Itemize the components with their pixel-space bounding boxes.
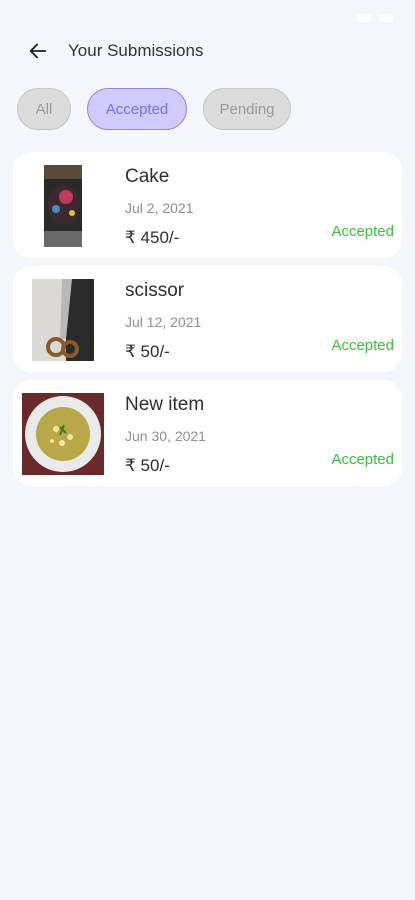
item-name: scissor: [125, 280, 185, 301]
filter-chips: All Accepted Pending: [0, 88, 415, 130]
item-name: New item: [125, 394, 205, 415]
item-price: ₹ 450/-: [125, 228, 180, 247]
status-badge: Accepted: [331, 451, 394, 468]
status-badge: Accepted: [331, 223, 394, 240]
item-price: ₹ 50/-: [125, 456, 170, 475]
item-date: Jul 12, 2021: [125, 314, 202, 330]
filter-chip-pending[interactable]: Pending: [203, 88, 291, 130]
status-icons: [357, 14, 393, 22]
battery-icon: [379, 14, 393, 22]
item-price: ₹ 50/-: [125, 342, 170, 361]
submission-card[interactable]: scissor Jul 12, 2021 ₹ 50/- Accepted: [13, 266, 402, 372]
wifi-icon: [357, 14, 371, 22]
filter-chip-accepted[interactable]: Accepted: [87, 88, 187, 130]
scissor-thumbnail: [32, 279, 94, 361]
submission-list: Cake Jul 2, 2021 ₹ 450/- Accepted scisso…: [0, 152, 415, 486]
status-badge: Accepted: [331, 337, 394, 354]
back-button[interactable]: [24, 37, 52, 65]
page-title: Your Submissions: [68, 41, 204, 60]
app-header: Your Submissions: [0, 36, 415, 66]
filter-chip-all[interactable]: All: [17, 88, 71, 130]
soup-thumbnail: [22, 393, 104, 475]
submission-card[interactable]: New item Jun 30, 2021 ₹ 50/- Accepted: [13, 380, 402, 486]
status-bar: [0, 0, 415, 36]
item-date: Jul 2, 2021: [125, 200, 194, 216]
item-name: Cake: [125, 166, 170, 187]
cake-thumbnail: [44, 165, 82, 247]
arrow-left-icon: [29, 43, 47, 59]
item-date: Jun 30, 2021: [125, 428, 206, 444]
submission-card[interactable]: Cake Jul 2, 2021 ₹ 450/- Accepted: [13, 152, 402, 258]
